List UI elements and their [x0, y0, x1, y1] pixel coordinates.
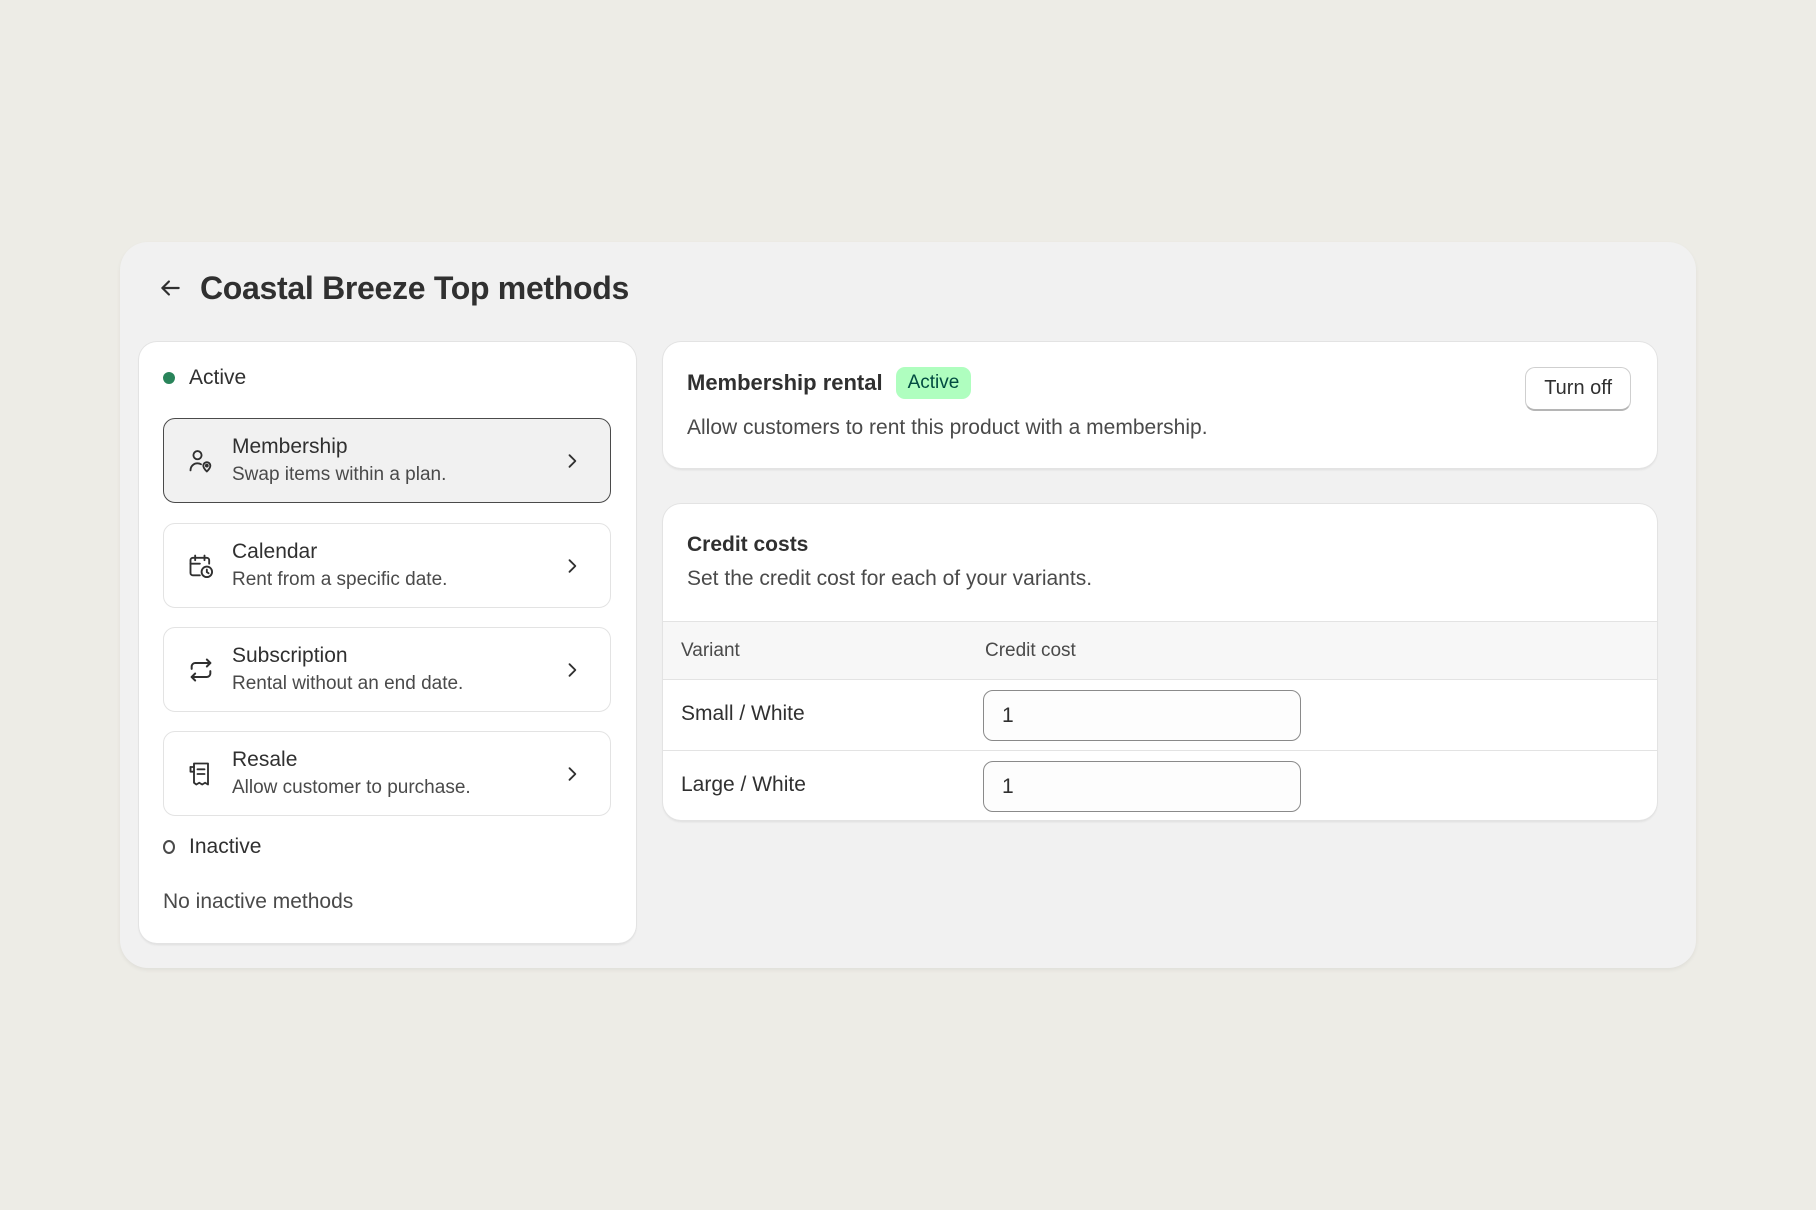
table-header: Variant Credit cost	[663, 621, 1657, 680]
chevron-right-icon	[560, 762, 584, 786]
credit-costs-card: Credit costs Set the credit cost for eac…	[663, 504, 1657, 820]
membership-rental-card: Membership rental Active Allow customers…	[663, 342, 1657, 468]
method-item-subscription[interactable]: Subscription Rental without an end date.	[163, 627, 611, 712]
page-header: Coastal Breeze Top methods	[148, 260, 629, 316]
method-subtitle: Rent from a specific date.	[232, 569, 448, 590]
active-section-label: Active	[163, 366, 246, 390]
method-subtitle: Allow customer to purchase.	[232, 777, 471, 798]
credit-cost-input[interactable]	[983, 690, 1301, 741]
methods-card: Active Membership Swap items within a pl…	[139, 342, 636, 943]
calendar-clock-icon	[186, 551, 216, 581]
method-item-calendar[interactable]: Calendar Rent from a specific date.	[163, 523, 611, 608]
method-title: Subscription	[232, 644, 348, 667]
method-title: Calendar	[232, 540, 318, 563]
table-row: Small / White	[663, 680, 1657, 751]
chevron-right-icon	[560, 658, 584, 682]
method-title: Resale	[232, 748, 298, 771]
chevron-right-icon	[560, 449, 584, 473]
variant-name: Small / White	[681, 702, 805, 725]
chevron-right-icon	[560, 554, 584, 578]
method-item-membership[interactable]: Membership Swap items within a plan.	[163, 418, 611, 503]
arrow-left-icon	[161, 280, 180, 296]
active-status-dot	[163, 372, 175, 384]
rental-title: Membership rental	[687, 370, 883, 395]
repeat-icon	[186, 655, 216, 685]
method-subtitle: Rental without an end date.	[232, 673, 464, 694]
column-header-variant: Variant	[681, 640, 740, 661]
membership-icon	[186, 446, 216, 476]
methods-panel: Coastal Breeze Top methods Active Member…	[120, 242, 1696, 968]
page-title: Coastal Breeze Top methods	[200, 269, 630, 306]
credit-costs-description: Set the credit cost for each of your var…	[687, 567, 1093, 590]
inactive-status-dot	[163, 840, 175, 854]
no-inactive-methods-text: No inactive methods	[163, 890, 354, 913]
rental-description: Allow customers to rent this product wit…	[687, 416, 1208, 439]
variant-name: Large / White	[681, 773, 806, 796]
method-item-resale[interactable]: Resale Allow customer to purchase.	[163, 731, 611, 816]
table-row: Large / White	[663, 751, 1657, 820]
back-button[interactable]	[148, 266, 192, 310]
turn-off-button[interactable]: Turn off	[1525, 367, 1631, 411]
credit-costs-title: Credit costs	[687, 533, 809, 556]
method-subtitle: Swap items within a plan.	[232, 464, 447, 485]
receipt-icon	[186, 759, 216, 789]
active-label: Active	[189, 366, 247, 389]
method-title: Membership	[232, 435, 348, 458]
rental-title-row: Membership rental Active	[687, 367, 972, 399]
column-header-credit-cost: Credit cost	[985, 640, 1076, 661]
status-badge: Active	[895, 367, 972, 399]
credit-cost-input[interactable]	[983, 761, 1301, 812]
inactive-label: Inactive	[189, 835, 262, 858]
inactive-section-label: Inactive	[163, 835, 261, 859]
